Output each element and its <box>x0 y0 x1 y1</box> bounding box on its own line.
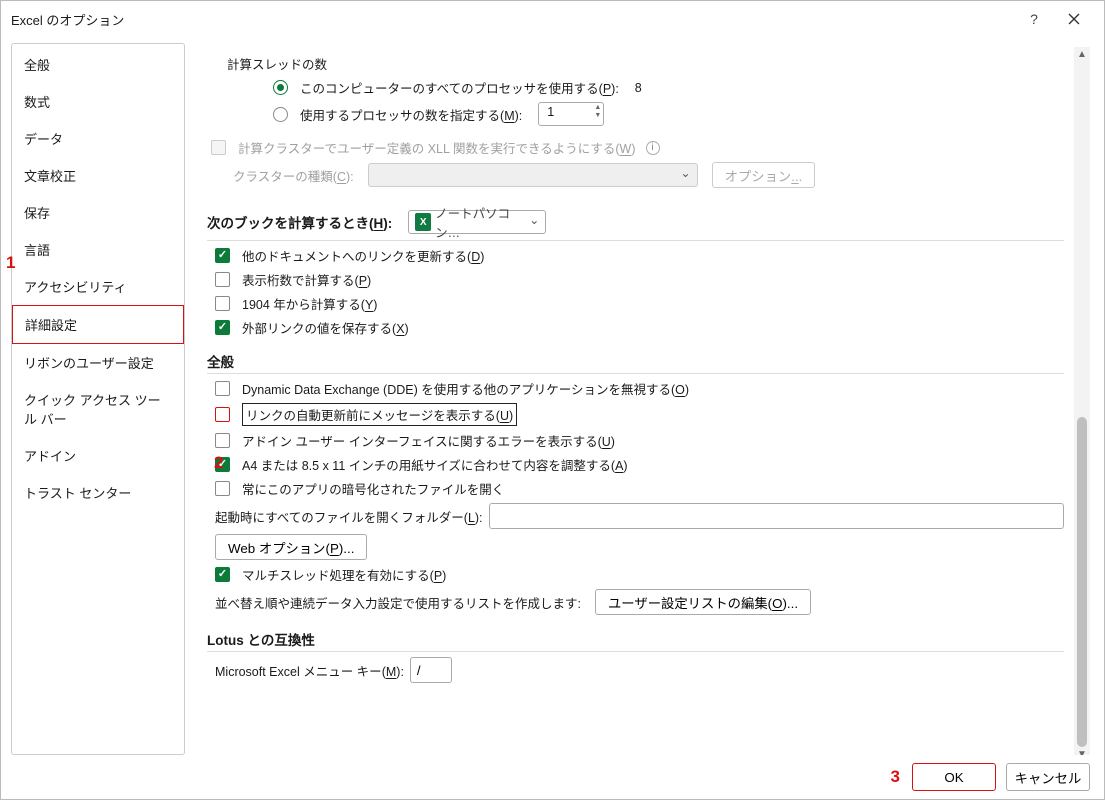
chk-multithread-label: マルチスレッド処理を有効にする(P) <box>242 565 446 584</box>
close-button[interactable] <box>1054 4 1094 34</box>
sidebar-item-trust[interactable]: トラスト センター <box>12 474 184 511</box>
radio-manual-processors[interactable] <box>273 107 288 122</box>
radio-manual-label: 使用するプロセッサの数を指定する(M): <box>300 105 522 124</box>
sidebar-item-qat[interactable]: クイック アクセス ツール バー <box>12 381 184 437</box>
chk-addin-errors[interactable] <box>215 433 230 448</box>
custom-list-label: 並べ替え順や連続データ入力設定で使用するリストを作成します: <box>215 593 581 612</box>
window-title: Excel のオプション <box>11 10 1014 29</box>
info-icon[interactable]: i <box>646 141 660 155</box>
chk-1904-label: 1904 年から計算する(Y) <box>242 294 377 313</box>
startup-folder-input[interactable] <box>489 503 1064 529</box>
chk-precision-label: 表示桁数で計算する(P) <box>242 270 371 289</box>
scroll-down-icon[interactable]: ▼ <box>1074 747 1090 755</box>
annotation-3: 3 <box>891 767 900 787</box>
lotus-menu-input[interactable] <box>410 657 452 683</box>
close-icon <box>1068 13 1080 25</box>
chk-save-external[interactable] <box>215 320 230 335</box>
chk-link-update-msg[interactable] <box>215 407 230 422</box>
cluster-options-button: オプション... <box>712 162 816 188</box>
annotation-2: 2 <box>214 453 223 473</box>
radio-all-processors[interactable] <box>273 80 288 95</box>
sidebar-item-save[interactable]: 保存 <box>12 194 184 231</box>
radio-all-label: このコンピューターのすべてのプロセッサを使用する(P): <box>300 78 619 97</box>
chk-precision[interactable] <box>215 272 230 287</box>
chk-a4-label: A4 または 8.5 x 11 インチの用紙サイズに合わせて内容を調整する(A) <box>242 455 628 474</box>
sidebar-item-proofing[interactable]: 文章校正 <box>12 157 184 194</box>
vertical-scrollbar[interactable]: ▲ ▼ <box>1074 47 1090 755</box>
sidebar: 全般 数式 データ 文章校正 保存 言語 アクセシビリティ 詳細設定 リボンのユ… <box>11 43 185 755</box>
workbook-select[interactable]: X ノートパソコン… <box>408 210 546 234</box>
startup-folder-label: 起動時にすべてのファイルを開くフォルダー(L): <box>215 507 483 526</box>
annotation-1: 1 <box>6 253 15 273</box>
cluster-type-select <box>368 163 698 187</box>
manual-processor-input[interactable]: 1 ▲▼ <box>538 102 604 126</box>
general-heading: 全般 <box>207 351 1064 371</box>
scroll-up-icon[interactable]: ▲ <box>1074 47 1090 63</box>
sidebar-item-general[interactable]: 全般 <box>12 46 184 83</box>
sidebar-item-language[interactable]: 言語 <box>12 231 184 268</box>
sidebar-item-accessibility[interactable]: アクセシビリティ <box>12 268 184 305</box>
chk-dde-label: Dynamic Data Exchange (DDE) を使用する他のアプリケー… <box>242 379 689 398</box>
chk-dde[interactable] <box>215 381 230 396</box>
chk-update-links-label: 他のドキュメントへのリンクを更新する(D) <box>242 246 484 265</box>
help-button[interactable]: ? <box>1014 4 1054 34</box>
web-options-button[interactable]: Web オプション(P)... <box>215 534 367 560</box>
threads-heading: 計算スレッドの数 <box>227 54 1064 73</box>
sidebar-item-addins[interactable]: アドイン <box>12 437 184 474</box>
sidebar-item-formulas[interactable]: 数式 <box>12 83 184 120</box>
chk-link-update-msg-label: リンクの自動更新前にメッセージを表示する(U) <box>242 403 517 426</box>
chk-multithread[interactable] <box>215 567 230 582</box>
scrollbar-thumb[interactable] <box>1077 417 1087 747</box>
processor-count: 8 <box>635 81 642 95</box>
content-panel: 2 計算スレッドの数 このコンピューターのすべてのプロセッサを使用する(P): … <box>197 43 1094 755</box>
sidebar-item-data[interactable]: データ <box>12 120 184 157</box>
lotus-heading: Lotus との互換性 <box>207 629 1064 649</box>
titlebar: Excel のオプション ? <box>1 1 1104 37</box>
chk-addin-errors-label: アドイン ユーザー インターフェイスに関するエラーを表示する(U) <box>242 431 615 450</box>
custom-list-button[interactable]: ユーザー設定リストの編集(O)... <box>595 589 811 615</box>
sidebar-item-advanced[interactable]: 詳細設定 <box>12 305 184 344</box>
ok-button[interactable]: OK <box>912 763 996 791</box>
chk-encrypted[interactable] <box>215 481 230 496</box>
dialog-footer: 3 OK キャンセル <box>1 755 1104 799</box>
cluster-label: 計算クラスターでユーザー定義の XLL 関数を実行できるようにする(W) <box>238 138 636 157</box>
chk-encrypted-label: 常にこのアプリの暗号化されたファイルを開く <box>242 479 504 498</box>
chk-update-links[interactable] <box>215 248 230 263</box>
cluster-type-label: クラスターの種類(C): <box>233 166 354 185</box>
chk-1904[interactable] <box>215 296 230 311</box>
excel-icon: X <box>415 213 431 231</box>
lotus-menu-label: Microsoft Excel メニュー キー(M): <box>215 661 404 680</box>
chk-save-external-label: 外部リンクの値を保存する(X) <box>242 318 409 337</box>
sidebar-item-ribbon[interactable]: リボンのユーザー設定 <box>12 344 184 381</box>
cluster-checkbox <box>211 140 226 155</box>
calc-section-header: 次のブックを計算するとき(H): X ノートパソコン… <box>207 210 1064 234</box>
cancel-button[interactable]: キャンセル <box>1006 763 1090 791</box>
